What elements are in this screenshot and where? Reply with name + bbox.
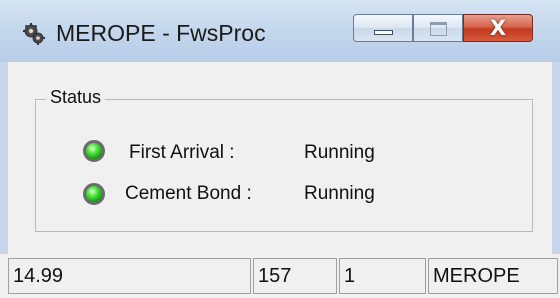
status-bar: 14.99 157 1 MEROPE (0, 254, 560, 298)
window-frame-right (552, 62, 560, 254)
minimize-button[interactable] (353, 14, 413, 42)
cement-bond-label: Cement Bond : (125, 183, 252, 204)
client-area: Status First Arrival : Running Cement Bo… (8, 62, 552, 254)
status-groupbox (35, 99, 533, 232)
maximize-icon (430, 22, 447, 36)
statusbar-panel-count: 157 (253, 258, 337, 294)
maximize-button[interactable] (413, 14, 463, 42)
close-icon: X (489, 16, 507, 40)
gear-icon[interactable] (22, 22, 46, 46)
cement-bond-indicator (83, 183, 105, 205)
first-arrival-indicator (83, 140, 105, 162)
first-arrival-status: Running (304, 142, 375, 163)
close-button[interactable]: X (463, 14, 533, 42)
first-arrival-label: First Arrival : (129, 142, 235, 163)
app-window: MEROPE - FwsProc X Status First Arrival … (0, 0, 560, 298)
statusbar-panel-value: 14.99 (8, 258, 251, 294)
statusbar-panel-index: 1 (339, 258, 426, 294)
title-bar[interactable]: MEROPE - FwsProc X (0, 0, 560, 62)
cement-bond-status: Running (304, 183, 375, 204)
minimize-icon (374, 30, 393, 35)
window-title: MEROPE - FwsProc (56, 20, 266, 46)
window-frame-left (0, 62, 8, 254)
statusbar-panel-host: MEROPE (428, 258, 558, 294)
status-group-label: Status (46, 87, 106, 108)
